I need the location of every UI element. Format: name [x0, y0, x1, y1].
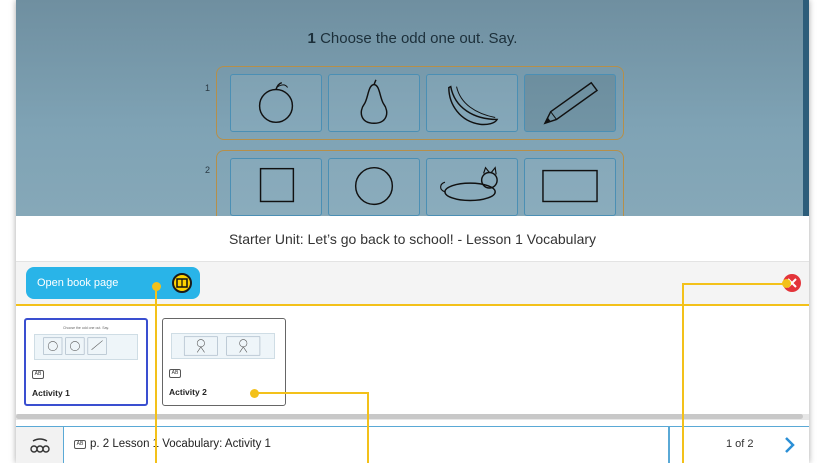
pear-icon: [328, 74, 420, 132]
next-page-button[interactable]: [778, 434, 800, 456]
callout-line: [155, 286, 157, 463]
footer-divider: [668, 427, 670, 463]
row-number: 2: [205, 165, 211, 175]
rectangle-icon: [524, 158, 616, 216]
current-page-label: p. 2 Lesson 1 Vocabulary: Activity 1: [90, 438, 271, 450]
instruction-number: 1: [307, 30, 316, 47]
callout-line: [367, 392, 369, 463]
book-page-preview: 1 Choose the odd one out. Say. 1 2: [16, 0, 809, 216]
app-frame: 1 Choose the odd one out. Say. 1 2 Start…: [16, 0, 809, 463]
toggle-panel-button[interactable]: [16, 427, 64, 463]
thumbnail-label: Activity 2: [169, 387, 207, 397]
cat-icon: [426, 158, 518, 216]
activity-thumbnails: Choose the odd one out. Say. AB Activity…: [16, 306, 809, 414]
open-book-page-label: Open book page: [37, 277, 119, 289]
callout-line: [682, 283, 786, 285]
thumbnails-scrollbar[interactable]: [16, 414, 809, 420]
thumbnail-preview: [171, 333, 275, 359]
activity-book-badge: AB: [169, 369, 181, 378]
activity-thumbnail-1[interactable]: Choose the odd one out. Say. AB Activity…: [24, 318, 148, 406]
thumbnail-heading: Choose the odd one out. Say.: [62, 326, 110, 330]
thumbnail-label: Activity 1: [32, 388, 70, 398]
open-book-page-button[interactable]: Open book page: [26, 267, 200, 299]
lesson-title: Starter Unit: Let’s go back to school! -…: [228, 231, 597, 247]
activity-book-badge: AB: [74, 440, 86, 449]
activity-book-badge: AB: [32, 370, 44, 379]
scrollbar-thumb[interactable]: [16, 414, 803, 419]
exercise-instruction: 1 Choose the odd one out. Say.: [16, 30, 809, 47]
callout-line: [254, 392, 368, 394]
footer-bar: AB p. 2 Lesson 1 Vocabulary: Activity 1 …: [16, 426, 809, 463]
row-number: 1: [205, 83, 211, 93]
chevron-right-icon: [785, 437, 795, 453]
book-icon: [172, 273, 192, 293]
callout-line: [682, 283, 684, 463]
circle-icon: [328, 158, 420, 216]
banana-icon: [426, 74, 518, 132]
instruction-text: Choose the odd one out. Say.: [320, 30, 518, 47]
thumbnail-preview: [34, 334, 138, 360]
lesson-title-bar: Starter Unit: Let’s go back to school! -…: [16, 216, 809, 262]
apple-icon: [230, 74, 322, 132]
page-counter: 1 of 2: [726, 438, 754, 450]
glasses-icon: [30, 438, 50, 453]
pencil-icon: [524, 74, 616, 132]
square-icon: [230, 158, 322, 216]
